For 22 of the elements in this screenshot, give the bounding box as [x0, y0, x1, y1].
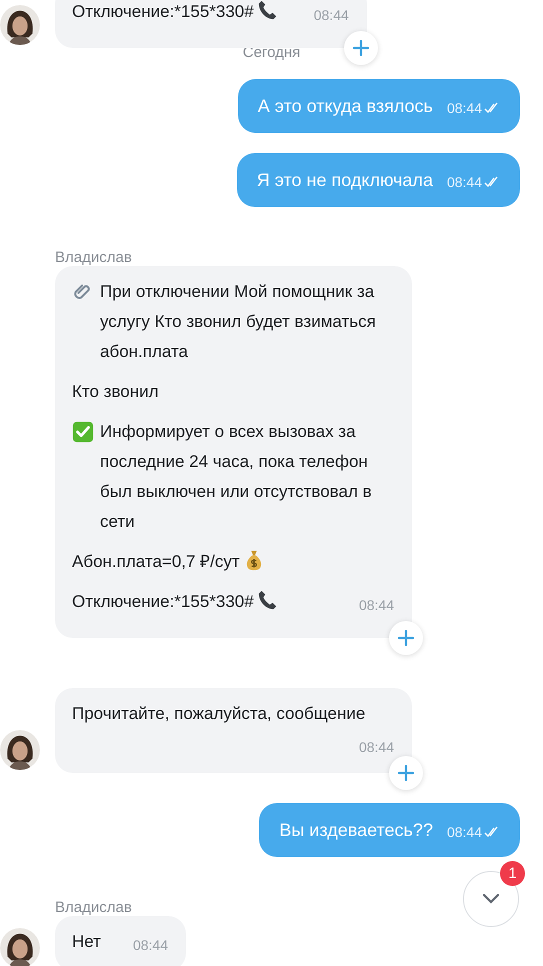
message-text: Я это не подключала	[256, 170, 433, 190]
message-text: А это откуда взялось	[258, 96, 433, 116]
unread-badge: 1	[500, 861, 525, 886]
message-text: Вы издеваетесь??	[279, 820, 433, 840]
message-time: 08:44	[358, 596, 394, 615]
sender-name: Владислав	[55, 899, 132, 916]
message-text: Информирует о всех вызовах за последние 24 часа, пока телефон был выключен или отсутствовал в сети	[100, 421, 373, 533]
message-text: Кто звонил	[72, 382, 159, 401]
message-time: 08:44	[446, 100, 482, 116]
message-time: 08:44	[314, 6, 349, 25]
message-time: 08:44	[132, 936, 168, 955]
date-separator: Сегодня	[242, 44, 300, 62]
message-text: При отключении Мой помощник за услугу Кто звонил будет взиматься абон.плата	[100, 281, 377, 363]
message-time: 08:44	[446, 824, 482, 840]
message-text: Прочитайте, пожалуйста, сообщение	[72, 704, 366, 723]
message-text: Отключение:*155*330#	[72, 2, 254, 21]
message-time: 08:44	[358, 738, 394, 757]
message-time: 08:44	[446, 174, 482, 190]
message-text: Абон.плата=0,7 ₽/сут	[72, 552, 240, 571]
message-text: Отключение:*155*330#	[72, 592, 254, 611]
message-text: Нет	[72, 932, 101, 951]
sender-name: Владислав	[55, 249, 132, 266]
